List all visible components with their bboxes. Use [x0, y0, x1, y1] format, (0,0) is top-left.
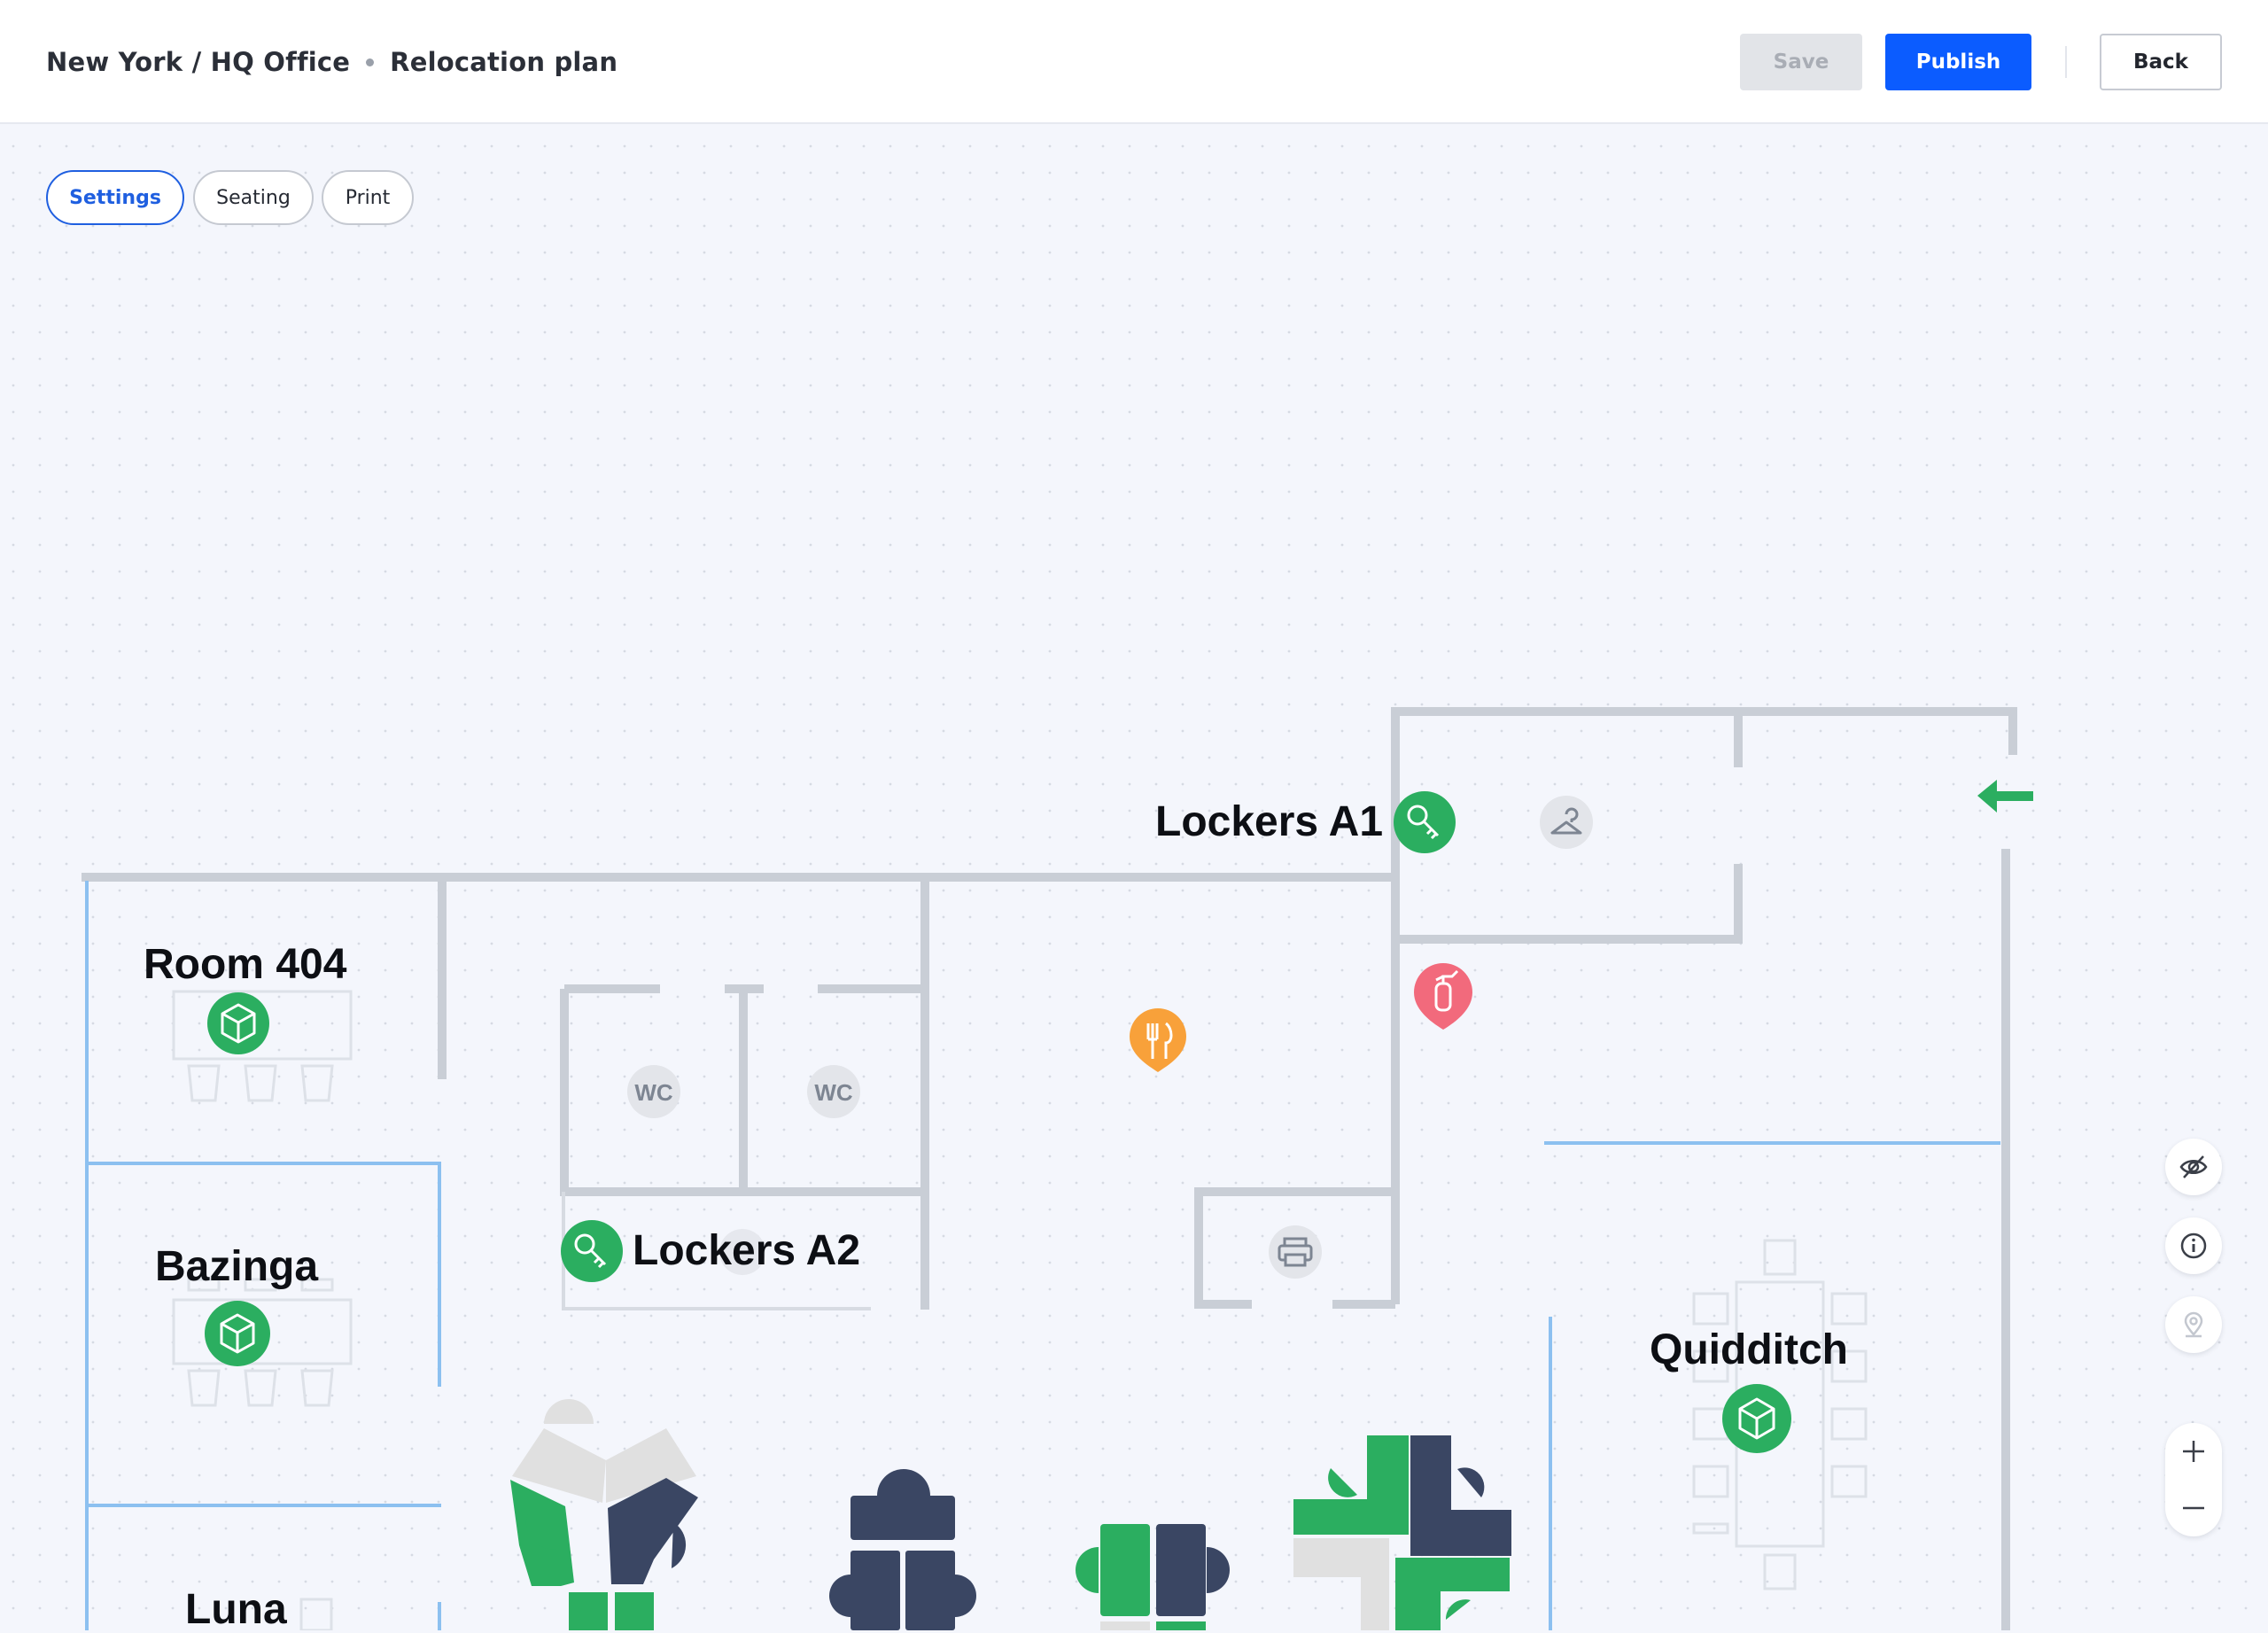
info-button[interactable]: [2165, 1217, 2222, 1274]
cube-icon[interactable]: [1722, 1384, 1791, 1453]
tab-print[interactable]: Print: [322, 170, 414, 225]
publish-button[interactable]: Publish: [1885, 34, 2031, 90]
room-label-luna[interactable]: Luna: [185, 1589, 287, 1631]
key-icon[interactable]: [1394, 791, 1456, 853]
zoom-out-icon: [2183, 1506, 2204, 1510]
hide-icon: [2179, 1155, 2208, 1178]
hide-labels-button[interactable]: [2165, 1139, 2222, 1195]
back-button[interactable]: Back: [2100, 34, 2222, 90]
printer-icon[interactable]: [1269, 1225, 1322, 1279]
breadcrumb-separator: [366, 58, 375, 66]
room-label-lockers-a2[interactable]: Lockers A2: [633, 1230, 860, 1272]
tab-settings[interactable]: Settings: [46, 170, 184, 225]
tab-seating[interactable]: Seating: [193, 170, 314, 225]
top-bar: New York / HQ Office Relocation plan Sav…: [0, 0, 2268, 124]
wc-icon[interactable]: WC: [627, 1065, 680, 1118]
zoom-in-icon: [2183, 1441, 2204, 1462]
breadcrumb-location[interactable]: New York / HQ Office: [46, 47, 350, 77]
cube-icon[interactable]: [207, 992, 269, 1054]
zoom-out-button[interactable]: [2165, 1480, 2222, 1536]
zoom-in-button[interactable]: [2165, 1423, 2222, 1480]
floor-map[interactable]: WC WC: [0, 126, 2268, 1630]
location-pin-icon: [2184, 1311, 2203, 1338]
key-icon[interactable]: [561, 1220, 623, 1282]
svg-text:WC: WC: [814, 1079, 853, 1106]
room-label-lockers-a1[interactable]: Lockers A1: [1155, 801, 1383, 844]
info-icon: [2180, 1233, 2207, 1259]
breadcrumb: New York / HQ Office Relocation plan: [46, 44, 617, 80]
room-label-bazinga[interactable]: Bazinga: [155, 1246, 318, 1288]
wc-icon[interactable]: WC: [807, 1065, 860, 1118]
room-label-quidditch[interactable]: Quidditch: [1650, 1329, 1848, 1372]
svg-text:WC: WC: [634, 1079, 673, 1106]
location-button[interactable]: [2165, 1296, 2222, 1353]
save-button[interactable]: Save: [1740, 34, 1862, 90]
room-label-room-404[interactable]: Room 404: [144, 944, 346, 986]
header-divider: [2065, 46, 2067, 78]
zoom-controls: [2165, 1423, 2222, 1536]
hanger-icon[interactable]: [1540, 796, 1593, 849]
cube-icon[interactable]: [205, 1301, 270, 1366]
breadcrumb-plan-name: Relocation plan: [390, 47, 618, 77]
